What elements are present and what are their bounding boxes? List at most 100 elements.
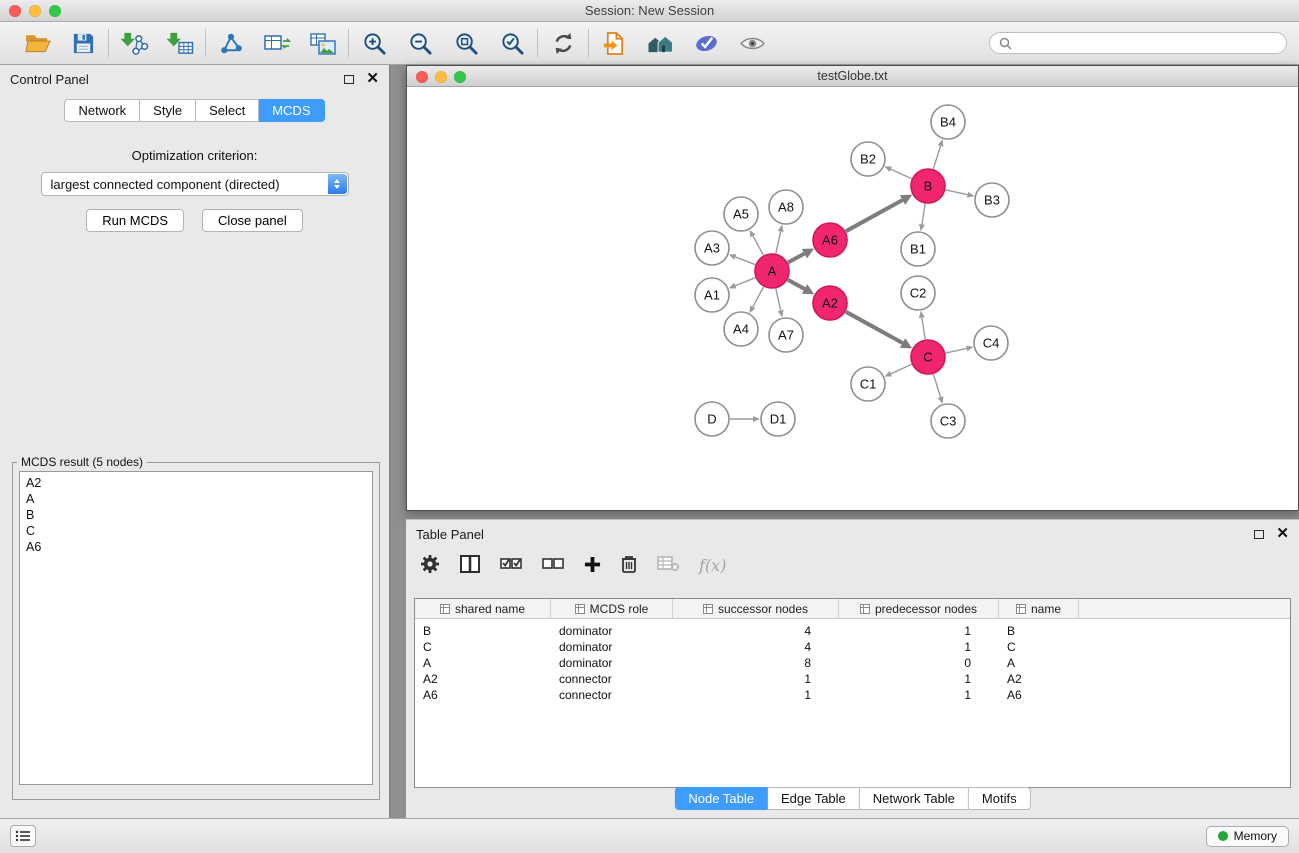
network-canvas[interactable]: AA6A2BCA5A8A3A1A4A7B2B4B3B1C2C4C1C3DD1 <box>407 87 1298 510</box>
tab-network[interactable]: Network <box>64 99 140 122</box>
table-cell[interactable]: 4 <box>673 624 839 638</box>
node-B3[interactable]: B3 <box>975 183 1009 217</box>
edge-A-A8[interactable] <box>776 231 781 253</box>
node-A1[interactable]: A1 <box>695 278 729 312</box>
home-button[interactable] <box>645 28 675 58</box>
edge-B-B4[interactable] <box>933 146 940 169</box>
tab-motifs[interactable]: Motifs <box>969 787 1031 810</box>
filter-check-button[interactable] <box>691 28 721 58</box>
function-builder-button[interactable]: f(x) <box>699 556 726 575</box>
result-item[interactable]: A6 <box>26 539 366 555</box>
close-window-button[interactable] <box>9 5 21 17</box>
zoom-fit-button[interactable] <box>451 28 481 58</box>
close-table-panel-icon[interactable]: ✕ <box>1276 529 1289 539</box>
column-header-MCDS-role[interactable]: MCDS role <box>551 599 673 618</box>
node-C4[interactable]: C4 <box>974 326 1008 360</box>
import-table-button[interactable] <box>165 28 195 58</box>
zoom-out-button[interactable] <box>405 28 435 58</box>
deselect-all-button[interactable] <box>542 557 564 574</box>
edge-B-B1[interactable] <box>922 204 925 225</box>
maximize-window-button[interactable] <box>49 5 61 17</box>
tab-style[interactable]: Style <box>140 99 196 122</box>
maximize-network-button[interactable] <box>454 71 466 83</box>
table-cell[interactable]: C <box>999 640 1079 654</box>
task-history-button[interactable] <box>10 825 36 847</box>
edge-A-A2[interactable] <box>788 280 805 289</box>
run-mcds-button[interactable]: Run MCDS <box>86 209 184 232</box>
minimize-window-button[interactable] <box>29 5 41 17</box>
import-network-button[interactable] <box>119 28 149 58</box>
table-cell[interactable]: A <box>999 656 1079 670</box>
node-B2[interactable]: B2 <box>851 142 885 176</box>
column-header-successor-nodes[interactable]: successor nodes <box>673 599 839 618</box>
edge-C-C3[interactable] <box>933 374 940 397</box>
table-cell[interactable]: 1 <box>839 688 999 702</box>
zoom-in-button[interactable] <box>359 28 389 58</box>
edge-C-C2[interactable] <box>922 318 925 340</box>
edge-A6-B[interactable] <box>846 200 903 231</box>
table-cell[interactable]: 8 <box>673 656 839 670</box>
mcds-result-list[interactable]: A2ABCA6 <box>19 471 373 785</box>
refresh-button[interactable] <box>548 28 578 58</box>
edge-C-C1[interactable] <box>891 364 912 373</box>
node-A6[interactable]: A6 <box>813 223 847 257</box>
table-cell[interactable]: B <box>999 624 1079 638</box>
tab-edge-table[interactable]: Edge Table <box>768 787 860 810</box>
tab-network-table[interactable]: Network Table <box>860 787 969 810</box>
close-network-button[interactable] <box>416 71 428 83</box>
table-cell[interactable]: C <box>415 640 551 654</box>
column-header-predecessor-nodes[interactable]: predecessor nodes <box>839 599 999 618</box>
table-arrows-button[interactable] <box>262 28 292 58</box>
node-A5[interactable]: A5 <box>724 197 758 231</box>
table-cell[interactable]: connector <box>551 672 673 686</box>
node-C1[interactable]: C1 <box>851 367 885 401</box>
table-settings-button[interactable] <box>420 554 440 577</box>
float-table-panel-icon[interactable] <box>1254 530 1264 539</box>
edge-A-A3[interactable] <box>735 257 755 265</box>
node-C2[interactable]: C2 <box>901 276 935 310</box>
node-C[interactable]: C <box>911 340 945 374</box>
edge-A-A7[interactable] <box>776 289 781 311</box>
network-button[interactable] <box>216 28 246 58</box>
edge-B-B3[interactable] <box>946 190 968 195</box>
delete-column-button[interactable] <box>621 554 637 577</box>
table-row[interactable]: Bdominator41B <box>415 623 1290 639</box>
node-A4[interactable]: A4 <box>724 312 758 346</box>
save-session-button[interactable] <box>68 28 98 58</box>
table-cell[interactable]: 1 <box>673 672 839 686</box>
table-cell[interactable]: B <box>415 624 551 638</box>
node-A3[interactable]: A3 <box>695 231 729 265</box>
table-cell[interactable]: dominator <box>551 656 673 670</box>
node-B1[interactable]: B1 <box>901 232 935 266</box>
table-cell[interactable]: A6 <box>415 688 551 702</box>
table-cell[interactable]: 1 <box>839 640 999 654</box>
tab-select[interactable]: Select <box>196 99 259 122</box>
close-panel-icon[interactable]: ✕ <box>366 74 379 84</box>
edge-A2-C[interactable] <box>846 312 903 343</box>
add-column-button[interactable] <box>584 556 601 576</box>
table-cell[interactable]: 0 <box>839 656 999 670</box>
result-item[interactable]: B <box>26 507 366 523</box>
search-box[interactable] <box>989 32 1287 54</box>
node-D[interactable]: D <box>695 402 729 436</box>
memory-button[interactable]: Memory <box>1206 826 1289 847</box>
table-cell[interactable]: 4 <box>673 640 839 654</box>
close-panel-button[interactable]: Close panel <box>202 209 303 232</box>
table-row[interactable]: Adominator80A <box>415 655 1290 671</box>
zoom-selected-button[interactable] <box>497 28 527 58</box>
node-A[interactable]: A <box>755 254 789 288</box>
delete-table-button[interactable] <box>657 556 679 575</box>
criterion-dropdown[interactable]: largest connected component (directed) <box>41 172 349 196</box>
table-cell[interactable]: dominator <box>551 624 673 638</box>
export-image-button[interactable] <box>308 28 338 58</box>
node-B[interactable]: B <box>911 169 945 203</box>
node-A2[interactable]: A2 <box>813 286 847 320</box>
node-B4[interactable]: B4 <box>931 105 965 139</box>
node-A8[interactable]: A8 <box>769 190 803 224</box>
column-header-name[interactable]: name <box>999 599 1079 618</box>
table-row[interactable]: Cdominator41C <box>415 639 1290 655</box>
table-row[interactable]: A2connector11A2 <box>415 671 1290 687</box>
tab-node-table[interactable]: Node Table <box>674 787 768 810</box>
edge-A-A5[interactable] <box>753 236 763 255</box>
node-C3[interactable]: C3 <box>931 404 965 438</box>
